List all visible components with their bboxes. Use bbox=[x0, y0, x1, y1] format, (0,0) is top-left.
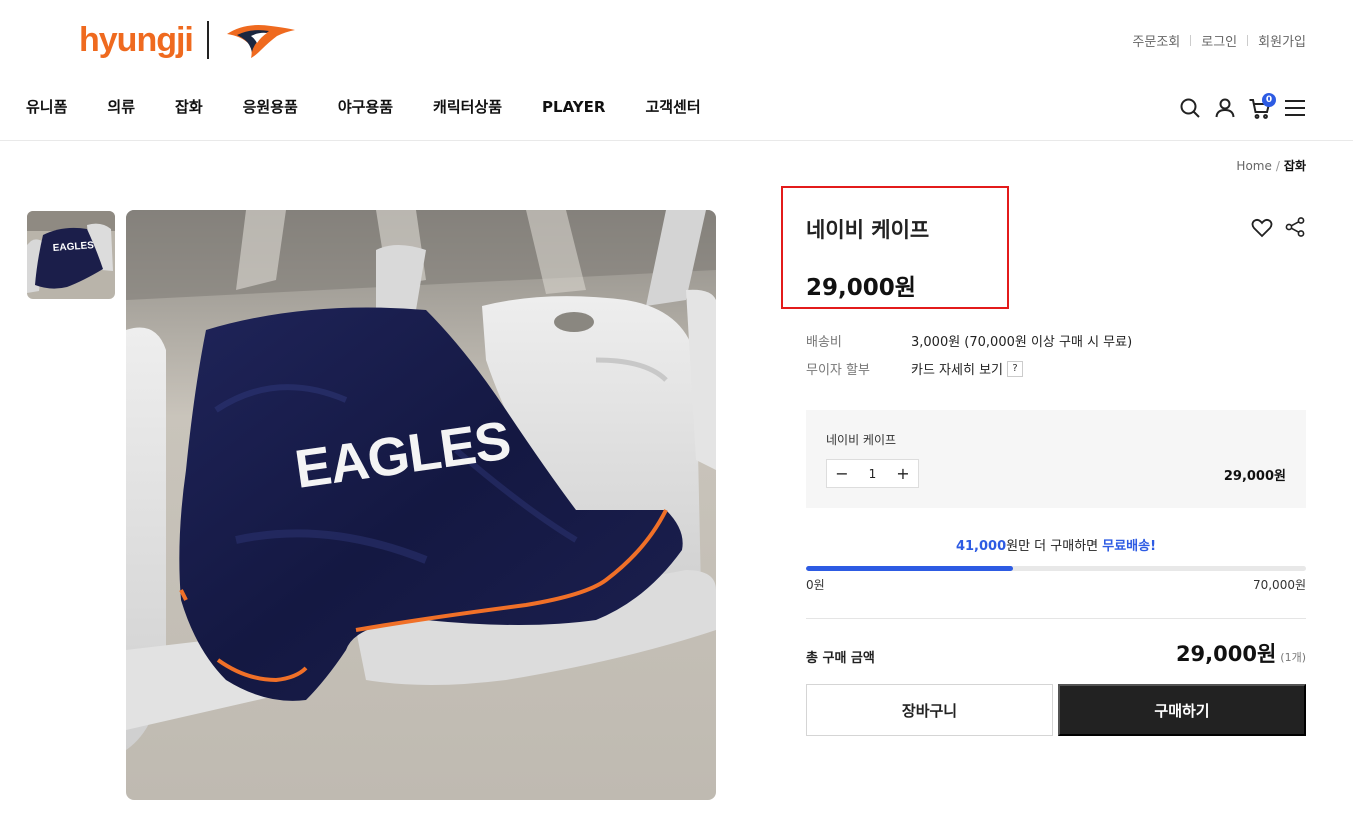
shipping-value: 3,000원 (70,000원 이상 구매 시 무료) bbox=[911, 335, 1133, 350]
progress-min-label: 0원 bbox=[806, 578, 825, 592]
free-shipping-message: 41,000원만 더 구매하면 무료배송! bbox=[806, 535, 1306, 554]
card-details-link[interactable]: 카드 자세히 보기 bbox=[911, 359, 1003, 378]
total-amount: 29,000원 bbox=[1175, 642, 1277, 666]
selected-option: 네이비 케이프 − 1 + 29,000원 bbox=[806, 410, 1306, 508]
buy-now-button[interactable]: 구매하기 bbox=[1058, 684, 1306, 736]
nav-customer-center[interactable]: 고객센터 bbox=[645, 95, 700, 119]
quantity-decrease-button[interactable]: − bbox=[827, 460, 857, 487]
total-price: 29,000원 (1개) bbox=[1176, 638, 1306, 668]
progress-max-label: 70,000원 bbox=[1252, 578, 1306, 592]
header-divider bbox=[0, 140, 1353, 141]
quantity-stepper: − 1 + bbox=[826, 459, 919, 488]
order-lookup-link[interactable]: 주문조회 bbox=[1132, 31, 1180, 50]
product-thumbnail[interactable]: EAGLES bbox=[27, 211, 115, 299]
free-shipping-progress bbox=[806, 566, 1306, 571]
menu-icon[interactable] bbox=[1283, 96, 1307, 120]
total-count: (1개) bbox=[1280, 651, 1306, 664]
total-label: 총 구매 금액 bbox=[806, 651, 875, 666]
cart-icon[interactable]: 0 bbox=[1248, 93, 1276, 120]
top-links: 주문조회 로그인 회원가입 bbox=[1132, 31, 1306, 50]
free-shipping-remaining: 41,000 bbox=[955, 539, 1007, 554]
breadcrumb-separator: / bbox=[1275, 159, 1280, 173]
signup-link[interactable]: 회원가입 bbox=[1258, 31, 1306, 50]
login-link[interactable]: 로그인 bbox=[1201, 31, 1237, 50]
user-icon[interactable] bbox=[1213, 96, 1237, 120]
total-divider bbox=[806, 618, 1306, 619]
free-shipping-text: 원만 더 구매하면 bbox=[1006, 539, 1103, 554]
free-shipping-progress-fill bbox=[806, 566, 1013, 571]
nav-player[interactable]: PLAYER bbox=[542, 95, 605, 119]
nav-character[interactable]: 캐릭터상품 bbox=[433, 95, 502, 119]
cart-count-badge: 0 bbox=[1262, 93, 1276, 107]
installment-row: 무이자 할부 카드 자세히 보기 ? bbox=[806, 359, 1023, 378]
breadcrumb: Home / 잡화 bbox=[1236, 157, 1306, 174]
installment-help-button[interactable]: ? bbox=[1007, 360, 1023, 377]
utility-icons: 0 bbox=[1167, 93, 1307, 120]
main-nav: 유니폼 의류 잡화 응원용품 야구용품 캐릭터상품 PLAYER 고객센터 bbox=[26, 95, 741, 119]
eagle-logo-icon bbox=[226, 25, 295, 58]
option-name: 네이비 케이프 bbox=[826, 433, 897, 447]
shipping-row: 배송비 3,000원 (70,000원 이상 구매 시 무료) bbox=[806, 331, 1132, 350]
link-separator bbox=[1247, 35, 1249, 46]
quantity-input[interactable]: 1 bbox=[857, 467, 888, 481]
site-logo[interactable]: hyungji bbox=[79, 20, 297, 60]
option-price: 29,000원 bbox=[1223, 469, 1286, 484]
free-shipping-highlight: 무료배송! bbox=[1102, 539, 1157, 554]
share-icon[interactable] bbox=[1284, 216, 1306, 238]
link-separator bbox=[1190, 35, 1192, 46]
nav-baseball-gear[interactable]: 야구용품 bbox=[338, 95, 393, 119]
add-to-cart-button[interactable]: 장바구니 bbox=[806, 684, 1053, 736]
product-main-image[interactable]: EAGLES bbox=[126, 210, 716, 800]
shipping-label: 배송비 bbox=[806, 335, 842, 350]
breadcrumb-current[interactable]: 잡화 bbox=[1284, 159, 1306, 173]
breadcrumb-home[interactable]: Home bbox=[1236, 159, 1271, 173]
heart-icon[interactable] bbox=[1250, 216, 1274, 240]
quantity-increase-button[interactable]: + bbox=[888, 460, 918, 487]
nav-uniform[interactable]: 유니폼 bbox=[26, 95, 67, 119]
installment-label: 무이자 할부 bbox=[806, 363, 870, 378]
nav-goods[interactable]: 잡화 bbox=[175, 95, 203, 119]
product-price: 29,000원 bbox=[806, 275, 916, 301]
product-title: 네이비 케이프 bbox=[806, 218, 930, 242]
logo-divider bbox=[206, 21, 209, 59]
search-icon[interactable] bbox=[1178, 96, 1202, 120]
nav-clothing[interactable]: 의류 bbox=[107, 95, 135, 119]
logo-wordmark: hyungji bbox=[79, 21, 194, 59]
nav-cheering[interactable]: 응원용품 bbox=[243, 95, 298, 119]
